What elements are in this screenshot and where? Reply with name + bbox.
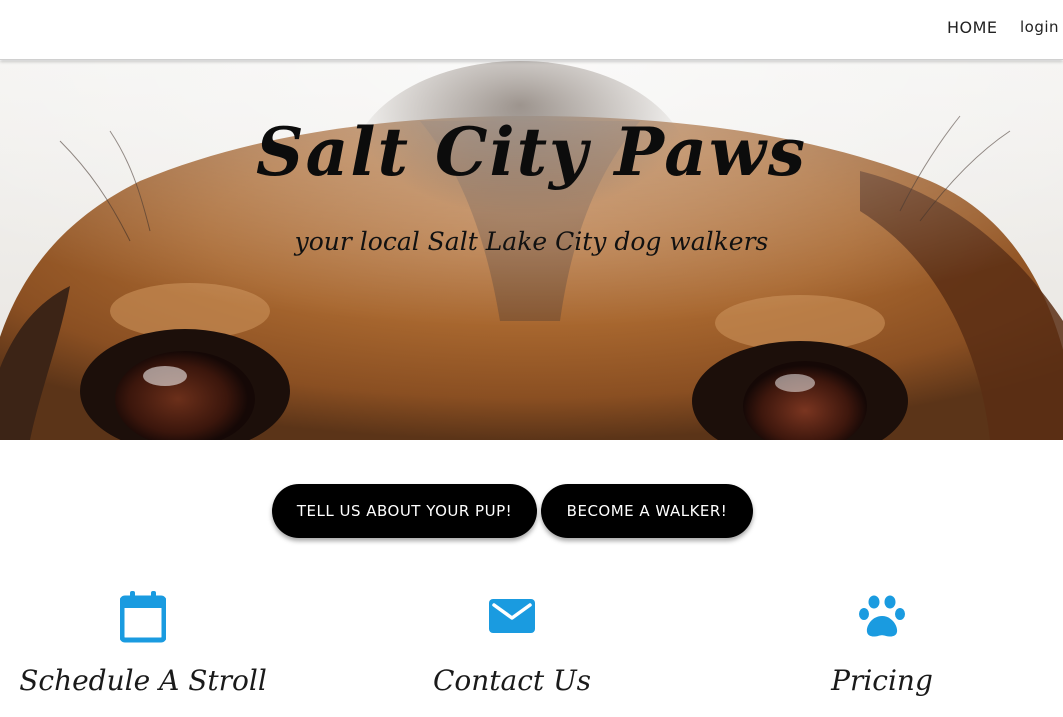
site-subtitle: your local Salt Lake City dog walkers <box>294 227 769 256</box>
feature-label-pricing: Pricing <box>831 664 933 697</box>
feature-label-schedule: Schedule A Stroll <box>19 664 267 697</box>
become-walker-button[interactable]: BECOME A WALKER! <box>541 484 753 538</box>
calendar-icon <box>120 591 166 643</box>
hero-banner: Salt City Paws your local Salt Lake City… <box>0 61 1063 440</box>
feature-pricing[interactable]: Pricing <box>732 588 1032 697</box>
feature-schedule[interactable]: Schedule A Stroll <box>0 588 293 697</box>
paw-icon <box>859 595 905 637</box>
nav-home-link[interactable]: HOME <box>947 18 998 37</box>
top-navbar: HOME login <box>0 0 1063 60</box>
envelope-icon <box>489 599 535 633</box>
feature-label-contact: Contact Us <box>432 664 592 697</box>
feature-contact[interactable]: Contact Us <box>362 588 662 697</box>
site-title: Salt City Paws <box>256 113 807 191</box>
nav-login-link[interactable]: login <box>1020 18 1059 36</box>
tell-us-about-pup-button[interactable]: TELL US ABOUT YOUR PUP! <box>272 484 537 538</box>
